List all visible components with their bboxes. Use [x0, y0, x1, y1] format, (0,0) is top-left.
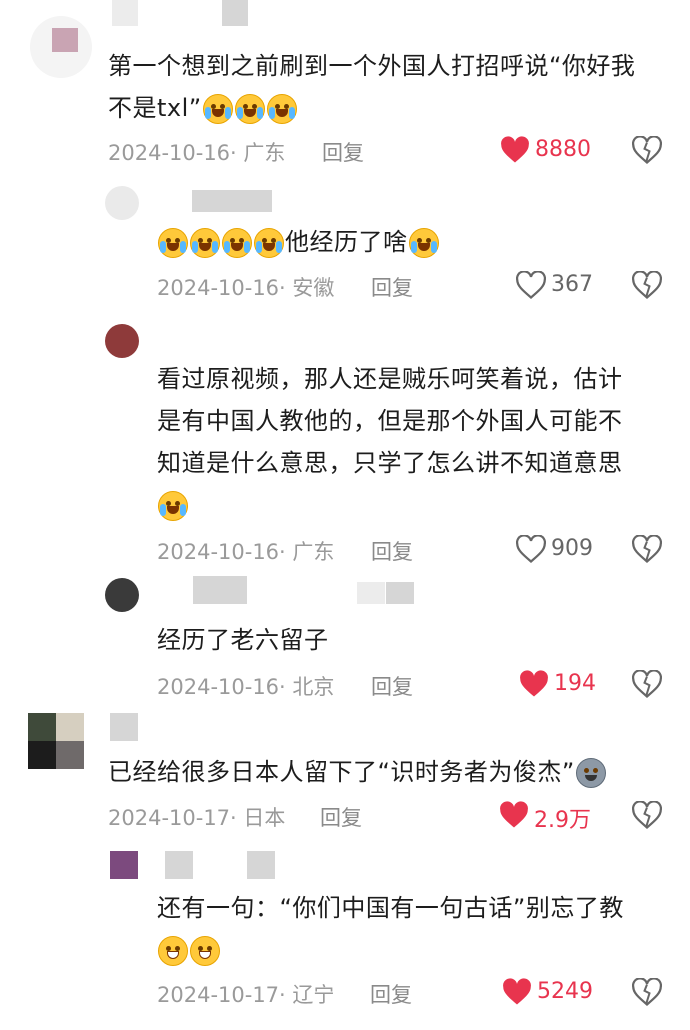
reply-button[interactable]: 回复: [320, 802, 362, 832]
comment-text: 经历了老六留子: [157, 626, 329, 654]
reply-button[interactable]: 回复: [371, 536, 413, 566]
comment-text: 已经给很多日本人留下了“识时务者为俊杰”: [108, 751, 607, 793]
comment-text: [157, 484, 189, 526]
laugh-cry-emoji: [202, 94, 233, 124]
username-blurred: [165, 851, 193, 879]
crying-emoji: [222, 228, 252, 258]
avatar[interactable]: [105, 324, 139, 358]
reply-button[interactable]: 回复: [371, 671, 413, 701]
like-count: 194: [554, 671, 596, 696]
laugh-cry-emoji: [408, 228, 439, 258]
reply-comment-item: 还有一句：“你们中国有一句古话”别忘了教 2024-10-17· 辽宁 回复 5…: [0, 845, 690, 1030]
avatar[interactable]: [110, 851, 138, 879]
heart-outline-icon: [516, 535, 546, 563]
laugh-cry-emoji: [158, 491, 188, 521]
husky-emoji: [575, 758, 606, 788]
dislike-heart-icon[interactable]: [632, 670, 662, 698]
dislike-heart-icon[interactable]: [632, 978, 662, 1006]
crying-emoji: [158, 228, 188, 258]
dislike-heart-icon[interactable]: [632, 271, 662, 299]
comment-item: 第一个想到之前刷到一个外国人打招呼说“你好我 不是txl” 2024-10-16…: [0, 0, 690, 180]
like-button[interactable]: 8880: [500, 134, 600, 166]
comment-date: 2024-10-16· 广东: [157, 540, 335, 564]
crying-emoji: [254, 228, 284, 258]
like-button[interactable]: 5249: [502, 976, 602, 1008]
comment-date: 2024-10-16· 安徽: [157, 276, 335, 300]
comment-text: 还有一句：“你们中国有一句古话”别忘了教: [157, 894, 624, 922]
reply-comment-item: 他经历了啥 2024-10-16· 安徽 回复 367: [0, 180, 690, 310]
comment-text: 是有中国人教他的，但是那个外国人可能不: [157, 407, 623, 435]
avatar[interactable]: [28, 713, 84, 769]
like-count: 5249: [537, 979, 593, 1004]
like-button[interactable]: 367: [516, 269, 606, 301]
laugh-cry-emoji: [234, 94, 265, 124]
username-blurred: [112, 0, 138, 26]
like-count: 2.9万: [534, 808, 591, 833]
username-blurred: [192, 190, 272, 212]
grin-emoji: [158, 936, 188, 966]
reply-comment-item: 看过原视频，那人还是贼乐呵笑着说，估计 是有中国人教他的，但是那个外国人可能不 …: [0, 310, 690, 570]
username-blurred: [193, 576, 247, 604]
username-blurred: [110, 713, 138, 741]
like-count: 909: [551, 536, 593, 561]
like-count: 367: [551, 272, 593, 297]
avatar[interactable]: [105, 578, 139, 612]
dislike-heart-icon[interactable]: [632, 136, 662, 164]
dislike-heart-icon[interactable]: [632, 535, 662, 563]
comment-date: 2024-10-17· 辽宁: [157, 983, 335, 1007]
comment-text: 看过原视频，那人还是贼乐呵笑着说，估计: [157, 365, 623, 393]
reply-button[interactable]: 回复: [370, 979, 412, 1009]
heart-filled-icon: [520, 670, 548, 697]
heart-filled-icon: [500, 801, 528, 828]
comment-date: 2024-10-17· 日本: [108, 806, 286, 830]
reply-button[interactable]: 回复: [322, 137, 364, 167]
crying-emoji: [190, 228, 220, 258]
grin-emoji: [190, 936, 220, 966]
reply-comment-item: 经历了老六留子 2024-10-16· 北京 回复 194: [0, 570, 690, 705]
dislike-heart-icon[interactable]: [632, 801, 662, 829]
laugh-cry-emoji: [266, 94, 297, 124]
username-blurred: [222, 0, 248, 26]
comment-text: 知道是什么意思，只学了怎么讲不知道意思: [157, 449, 623, 477]
comment-text: 第一个想到之前刷到一个外国人打招呼说“你好我: [108, 52, 636, 80]
comment-item: 已经给很多日本人留下了“识时务者为俊杰” 2024-10-17· 日本 回复 2…: [0, 705, 690, 845]
like-count: 8880: [535, 137, 591, 162]
comment-date: 2024-10-16· 北京: [157, 675, 335, 699]
username-blurred: [247, 851, 275, 879]
comment-text: 他经历了啥: [157, 221, 440, 263]
username-blurred: [386, 582, 414, 604]
heart-filled-icon: [501, 136, 529, 163]
username-blurred: [357, 582, 385, 604]
like-button[interactable]: 2.9万: [499, 799, 599, 833]
like-button[interactable]: 194: [519, 668, 609, 700]
reply-button[interactable]: 回复: [371, 272, 413, 302]
heart-outline-icon: [516, 271, 546, 299]
avatar[interactable]: [30, 16, 92, 78]
heart-filled-icon: [503, 978, 531, 1005]
comment-text: 不是txl”: [108, 87, 298, 129]
avatar[interactable]: [105, 186, 139, 220]
like-button[interactable]: 909: [516, 533, 606, 565]
comment-text: [157, 929, 221, 971]
comment-date: 2024-10-16· 广东: [108, 141, 286, 165]
